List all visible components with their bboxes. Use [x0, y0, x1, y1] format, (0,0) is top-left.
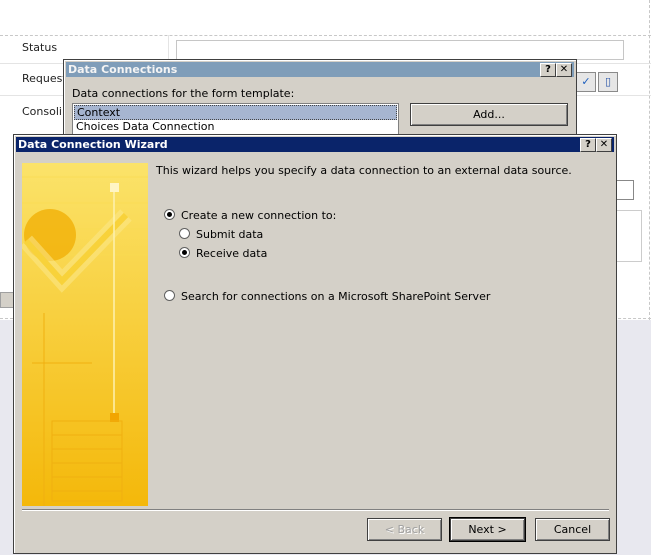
create-radio[interactable] — [164, 209, 175, 220]
consolidation-label: Consoli — [22, 105, 62, 118]
data-connection-wizard: Data Connection Wizard ? ✕ This wizard h… — [13, 134, 617, 554]
help-icon: ? — [585, 139, 591, 150]
receive-radio-label: Receive data — [196, 247, 268, 260]
wizard-art-graphic — [22, 163, 148, 506]
wizard-separator — [22, 509, 609, 511]
create-radio-label: Create a new connection to: — [181, 209, 337, 222]
request-label: Request — [22, 72, 67, 85]
close-icon: ✕ — [559, 64, 569, 75]
spellcheck-button[interactable]: ✓ — [576, 72, 596, 92]
add-connection-button[interactable]: Add... — [410, 103, 568, 126]
back-button[interactable]: < Back — [367, 518, 442, 541]
submit-data-option[interactable]: Submit data — [179, 228, 263, 241]
data-connections-dialog: Data Connections ? ✕ Data connections fo… — [63, 59, 577, 145]
wizard-close-button[interactable]: ✕ — [596, 138, 612, 152]
close-button[interactable]: ✕ — [556, 63, 572, 77]
search-radio[interactable] — [164, 290, 175, 301]
submit-radio[interactable] — [179, 228, 190, 239]
checkmark-icon: ✓ — [581, 75, 591, 88]
search-sharepoint-option[interactable]: Search for connections on a Microsoft Sh… — [164, 290, 490, 303]
close-icon: ✕ — [599, 139, 609, 150]
wizard-banner-illustration — [22, 163, 148, 506]
book-icon: ▯ — [604, 75, 612, 88]
form-right-boundary — [649, 0, 650, 320]
data-connections-titlebar: Data Connections ? ✕ — [66, 62, 574, 77]
wizard-titlebar: Data Connection Wizard ? ✕ — [16, 137, 614, 152]
search-radio-label: Search for connections on a Microsoft Sh… — [181, 290, 491, 303]
cancel-button[interactable]: Cancel — [535, 518, 610, 541]
receive-radio[interactable] — [179, 247, 190, 258]
book-button[interactable]: ▯ — [598, 72, 618, 92]
form-top-boundary — [0, 35, 651, 36]
connections-caption: Data connections for the form template: — [72, 87, 295, 100]
receive-data-option[interactable]: Receive data — [179, 247, 267, 260]
submit-radio-label: Submit data — [196, 228, 264, 241]
connection-item-context[interactable]: Context — [74, 105, 397, 120]
status-field[interactable] — [176, 40, 624, 60]
help-button[interactable]: ? — [540, 63, 556, 77]
create-connection-option[interactable]: Create a new connection to: — [164, 209, 336, 222]
data-connections-title: Data Connections — [68, 63, 178, 76]
connection-item-choices[interactable]: Choices Data Connection — [74, 120, 395, 133]
next-button[interactable]: Next > — [450, 518, 525, 541]
wizard-title: Data Connection Wizard — [18, 138, 168, 151]
status-label: Status — [22, 41, 58, 54]
wizard-description: This wizard helps you specify a data con… — [156, 164, 572, 177]
wizard-help-button[interactable]: ? — [580, 138, 596, 152]
help-icon: ? — [545, 64, 551, 75]
